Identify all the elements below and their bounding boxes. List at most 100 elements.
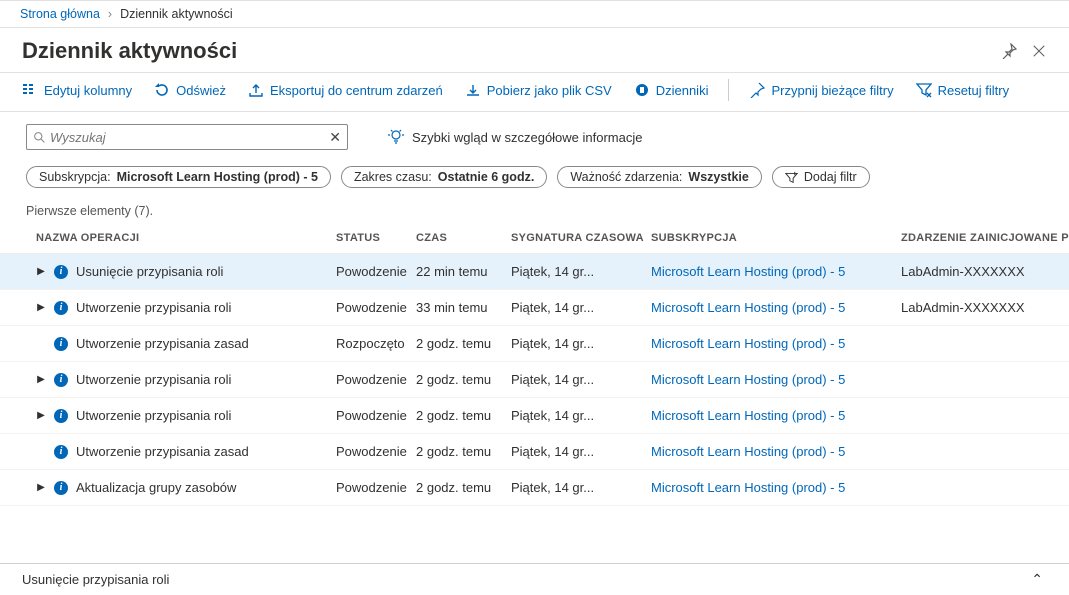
search-input-wrapper[interactable]: ✕ xyxy=(26,124,348,150)
search-icon xyxy=(33,131,46,144)
table-row[interactable]: i Utworzenie przypisania roli Powodzenie33… xyxy=(0,290,1069,326)
subscription-link[interactable]: Microsoft Learn Hosting (prod) - 5 xyxy=(651,480,845,495)
time-cell: 2 godz. temu xyxy=(416,444,511,459)
refresh-icon xyxy=(154,82,170,98)
col-initiated[interactable]: ZDARZENIE ZAINICJOWANE PRZEZ xyxy=(901,232,1069,244)
expand-caret-icon[interactable] xyxy=(36,374,46,385)
timestamp-cell: Piątek, 14 gr... xyxy=(511,264,651,279)
columns-icon xyxy=(22,82,38,98)
operation-name: Utworzenie przypisania roli xyxy=(76,372,231,387)
timestamp-cell: Piątek, 14 gr... xyxy=(511,444,651,459)
breadcrumb: Strona główna › Dziennik aktywności xyxy=(0,0,1069,28)
info-icon: i xyxy=(54,409,68,423)
timestamp-cell: Piątek, 14 gr... xyxy=(511,480,651,495)
page-title: Dziennik aktywności xyxy=(22,38,987,64)
col-subscription[interactable]: SUBSKRYPCJA xyxy=(651,232,901,244)
reset-filters-button[interactable]: Resetuj filtry xyxy=(916,82,1010,98)
status-cell: Powodzenie xyxy=(336,444,416,459)
subscription-link[interactable]: Microsoft Learn Hosting (prod) - 5 xyxy=(651,300,845,315)
table-header: NAZWA OPERACJI STATUS CZAS SYGNATURA CZA… xyxy=(0,222,1069,254)
status-cell: Powodzenie xyxy=(336,264,416,279)
results-summary: Pierwsze elementy (7). xyxy=(0,194,1069,222)
refresh-button[interactable]: Odśwież xyxy=(154,82,226,98)
time-cell: 2 godz. temu xyxy=(416,408,511,423)
download-icon xyxy=(465,82,481,98)
expand-caret-icon[interactable] xyxy=(36,266,46,277)
initiated-by-cell: LabAdmin-XXXXXXX xyxy=(901,300,1069,315)
info-icon: i xyxy=(54,301,68,315)
download-csv-button[interactable]: Pobierz jako plik CSV xyxy=(465,82,612,98)
timestamp-cell: Piątek, 14 gr... xyxy=(511,300,651,315)
details-title: Usunięcie przypisania roli xyxy=(22,572,169,587)
col-timestamp[interactable]: SYGNATURA CZASOWA xyxy=(511,232,651,244)
filter-subscription[interactable]: Subskrypcja: Microsoft Learn Hosting (pr… xyxy=(26,166,331,188)
search-input[interactable] xyxy=(46,129,329,146)
lightbulb-icon xyxy=(388,129,404,145)
expand-caret-icon[interactable] xyxy=(36,302,46,313)
filter-timerange[interactable]: Zakres czasu: Ostatnie 6 godz. xyxy=(341,166,547,188)
table-row[interactable]: iUtworzenie przypisania roliPowodzenie2 … xyxy=(0,398,1069,434)
time-cell: 2 godz. temu xyxy=(416,372,511,387)
breadcrumb-current: Dziennik aktywności xyxy=(120,7,233,21)
add-filter-icon xyxy=(785,171,798,184)
initiated-by-cell: LabAdmin-XXXXXXX xyxy=(901,264,1069,279)
info-icon: i xyxy=(54,265,68,279)
operation-name: Usunięcie przypisania roli xyxy=(76,264,223,279)
subscription-link[interactable]: Microsoft Learn Hosting (prod) - 5 xyxy=(651,408,845,423)
details-pane-header[interactable]: Usunięcie przypisania roli ⌃ xyxy=(0,563,1069,595)
operation-name: Aktualizacja grupy zasobów xyxy=(76,480,236,495)
col-operation[interactable]: NAZWA OPERACJI xyxy=(36,232,336,244)
chevron-right-icon: › xyxy=(108,7,112,21)
toolbar-separator xyxy=(728,79,729,101)
logs-icon xyxy=(634,82,650,98)
command-bar: Edytuj kolumny Odśwież Eksportuj do cent… xyxy=(0,72,1069,112)
logs-button[interactable]: Dzienniki xyxy=(634,82,709,98)
export-hub-button[interactable]: Eksportuj do centrum zdarzeń xyxy=(248,82,443,98)
subscription-link[interactable]: Microsoft Learn Hosting (prod) - 5 xyxy=(651,372,845,387)
info-icon: i xyxy=(54,373,68,387)
pin-filters-button[interactable]: Przypnij bieżące filtry xyxy=(749,82,893,98)
expand-caret-icon[interactable] xyxy=(36,410,46,421)
table-row[interactable]: i Utworzenie przypisania roli Powodzenie2 … xyxy=(0,362,1069,398)
pin-icon xyxy=(749,82,765,98)
time-cell: 2 godz. temu xyxy=(416,336,511,351)
status-cell: Powodzenie xyxy=(336,408,416,423)
reset-filter-icon xyxy=(916,82,932,98)
pin-icon[interactable] xyxy=(1001,43,1017,59)
breadcrumb-home-link[interactable]: Strona główna xyxy=(20,7,100,21)
table-row[interactable]: i Utworzenie przypisania zasad Rozpoczęto2… xyxy=(0,326,1069,362)
status-cell: Powodzenie xyxy=(336,300,416,315)
table-row[interactable]: i Aktualizacja grupy zasobów Powodzenie2 g… xyxy=(0,470,1069,506)
subscription-link[interactable]: Microsoft Learn Hosting (prod) - 5 xyxy=(651,336,845,351)
timestamp-cell: Piątek, 14 gr... xyxy=(511,408,651,423)
time-cell: 2 godz. temu xyxy=(416,480,511,495)
add-filter-button[interactable]: Dodaj filtr xyxy=(772,166,870,188)
timestamp-cell: Piątek, 14 gr... xyxy=(511,372,651,387)
export-icon xyxy=(248,82,264,98)
clear-search-icon[interactable]: ✕ xyxy=(329,129,341,146)
filter-bar: Subskrypcja: Microsoft Learn Hosting (pr… xyxy=(0,156,1069,194)
operation-name: Utworzenie przypisania zasad xyxy=(76,336,249,351)
col-time[interactable]: CZAS xyxy=(416,232,511,244)
col-status[interactable]: STATUS xyxy=(336,232,416,244)
time-cell: 22 min temu xyxy=(416,264,511,279)
status-cell: Rozpoczęto xyxy=(336,336,416,351)
status-cell: Powodzenie xyxy=(336,372,416,387)
info-icon: i xyxy=(54,481,68,495)
subscription-link[interactable]: Microsoft Learn Hosting (prod) - 5 xyxy=(651,444,845,459)
table-row[interactable]: iUtworzenie przypisania zasadPowodzenie2… xyxy=(0,434,1069,470)
time-cell: 33 min temu xyxy=(416,300,511,315)
edit-columns-button[interactable]: Edytuj kolumny xyxy=(22,82,132,98)
status-cell: Powodzenie xyxy=(336,480,416,495)
subscription-link[interactable]: Microsoft Learn Hosting (prod) - 5 xyxy=(651,264,845,279)
info-icon: i xyxy=(54,337,68,351)
expand-caret-icon[interactable] xyxy=(36,482,46,493)
chevron-up-icon[interactable]: ⌃ xyxy=(1031,571,1043,588)
info-icon: i xyxy=(54,445,68,459)
activity-table: NAZWA OPERACJI STATUS CZAS SYGNATURA CZA… xyxy=(0,222,1069,506)
quick-insights-button[interactable]: Szybki wgląd w szczegółowe informacje xyxy=(388,129,642,145)
operation-name: Utworzenie przypisania roli xyxy=(76,300,231,315)
filter-severity[interactable]: Ważność zdarzenia: Wszystkie xyxy=(557,166,762,188)
table-row[interactable]: i Usunięcie przypisania roli Powodzenie22 … xyxy=(0,254,1069,290)
close-icon[interactable] xyxy=(1031,43,1047,59)
